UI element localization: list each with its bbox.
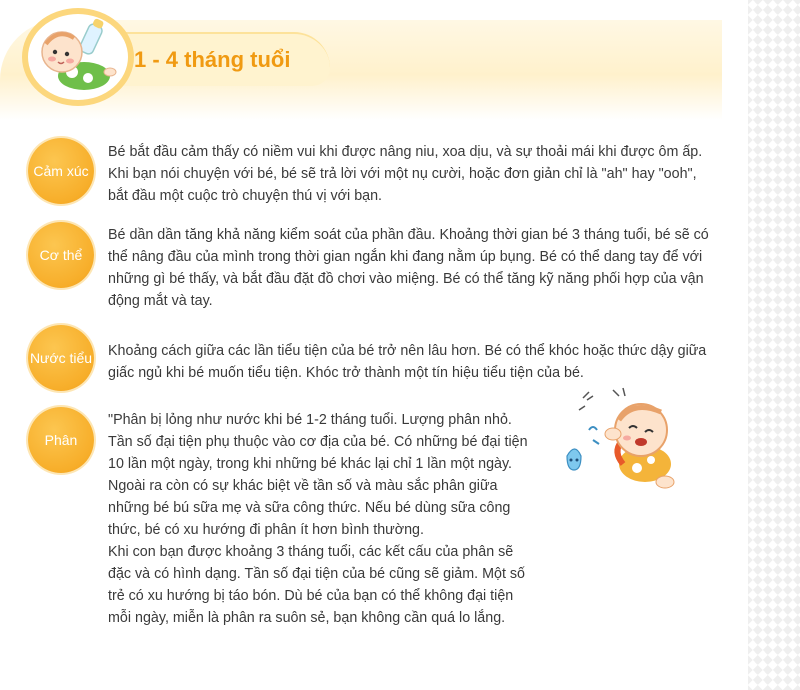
badge-emotion: Cảm xúc [28, 138, 94, 204]
paragraph: "Phân bị lỏng như nước khi bé 1-2 tháng … [108, 412, 528, 472]
badge-urine: Nước tiểu [28, 325, 94, 391]
badge-stool: Phân [28, 407, 94, 473]
paragraph: Bé bắt đầu cảm thấy có niềm vui khi được… [108, 144, 703, 204]
paragraph: Khoảng cách giữa các lần tiểu tiện của b… [108, 343, 707, 381]
baby-with-bottle-icon [22, 8, 134, 106]
paragraph: Khi con bạn được khoảng 3 tháng tuổi, cá… [108, 544, 525, 626]
background-texture [748, 0, 800, 690]
page-title: 1 - 4 tháng tuổi [134, 47, 291, 72]
crying-baby-illustration [553, 382, 688, 502]
section-body-text: Bé dần dần tăng khả năng kiểm soát của p… [108, 224, 723, 312]
section-urine-text: Khoảng cách giữa các lần tiểu tiện của b… [108, 340, 723, 384]
paragraph: Bé dần dần tăng khả năng kiểm soát của p… [108, 227, 709, 309]
paragraph: Ngoài ra còn có sự khác biệt về tần số v… [108, 478, 511, 538]
section-stool-text: "Phân bị lỏng như nước khi bé 1-2 tháng … [108, 409, 528, 629]
section-emotion-text: Bé bắt đầu cảm thấy có niềm vui khi được… [108, 141, 720, 207]
badge-body: Cơ thể [28, 222, 94, 288]
